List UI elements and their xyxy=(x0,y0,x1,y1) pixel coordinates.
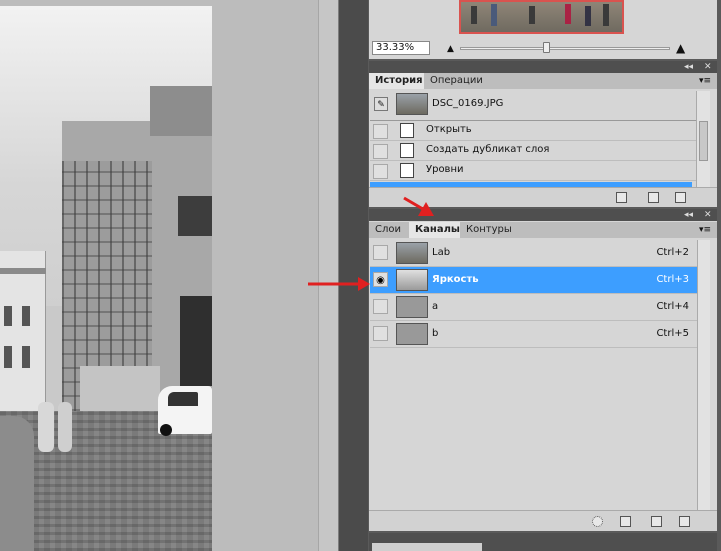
zoom-in-icon[interactable]: ▲ xyxy=(676,41,685,55)
tab-actions[interactable]: Операции xyxy=(424,73,489,89)
trash-icon[interactable] xyxy=(675,192,686,203)
collapse-icon[interactable]: ◂◂ xyxy=(684,61,693,73)
document-icon xyxy=(400,143,414,158)
navigator-thumbnail[interactable] xyxy=(459,0,624,34)
tab-paths[interactable]: Контуры xyxy=(460,222,518,238)
visibility-toggle[interactable] xyxy=(373,326,388,341)
navigator-scrollbar[interactable] xyxy=(703,0,717,58)
history-strip xyxy=(369,61,717,73)
history-state-checkbox[interactable] xyxy=(373,144,388,159)
annotation-arrows xyxy=(308,196,434,291)
zoom-slider-track[interactable] xyxy=(460,47,670,50)
history-scrollbar[interactable] xyxy=(696,91,710,187)
snapshot-thumbnail xyxy=(396,93,428,115)
channels-footer xyxy=(369,510,717,531)
new-document-icon[interactable] xyxy=(616,192,627,203)
channel-thumbnail xyxy=(396,323,428,345)
photo-preview xyxy=(0,6,212,551)
trash-icon[interactable] xyxy=(679,516,690,527)
close-icon[interactable]: ✕ xyxy=(704,61,712,73)
save-selection-icon[interactable] xyxy=(620,516,631,527)
panel-menu-icon[interactable]: ▾≡ xyxy=(699,225,711,235)
history-item[interactable]: Открыть xyxy=(370,121,696,141)
channels-scrollbar[interactable] xyxy=(697,240,710,510)
zoom-slider-handle[interactable] xyxy=(543,42,550,53)
load-selection-icon[interactable] xyxy=(592,516,603,527)
document-icon xyxy=(400,123,414,138)
zoom-input[interactable]: 33.33% xyxy=(372,41,430,55)
history-state-checkbox[interactable] xyxy=(373,164,388,179)
document-icon xyxy=(400,163,414,178)
history-snapshot[interactable]: ✎ DSC_0169.JPG xyxy=(370,91,696,118)
history-item[interactable]: Создать дубликат слоя xyxy=(370,141,696,161)
new-channel-icon[interactable] xyxy=(651,516,662,527)
snapshot-name: DSC_0169.JPG xyxy=(432,98,504,109)
zoom-out-icon[interactable]: ▲ xyxy=(447,44,454,54)
channel-row-b[interactable]: b Ctrl+5 xyxy=(370,321,697,348)
brush-icon: ✎ xyxy=(374,97,388,111)
visibility-toggle[interactable] xyxy=(373,299,388,314)
history-tabbar: История Операции ▾≡ xyxy=(369,73,717,89)
history-item[interactable]: Уровни xyxy=(370,161,696,181)
panel-menu-icon[interactable]: ▾≡ xyxy=(699,76,711,86)
collapse-icon[interactable]: ◂◂ xyxy=(684,209,693,221)
close-icon[interactable]: ✕ xyxy=(704,209,712,221)
camera-icon[interactable] xyxy=(648,192,659,203)
history-state-checkbox[interactable] xyxy=(373,124,388,139)
tab-history[interactable]: История xyxy=(369,73,429,89)
